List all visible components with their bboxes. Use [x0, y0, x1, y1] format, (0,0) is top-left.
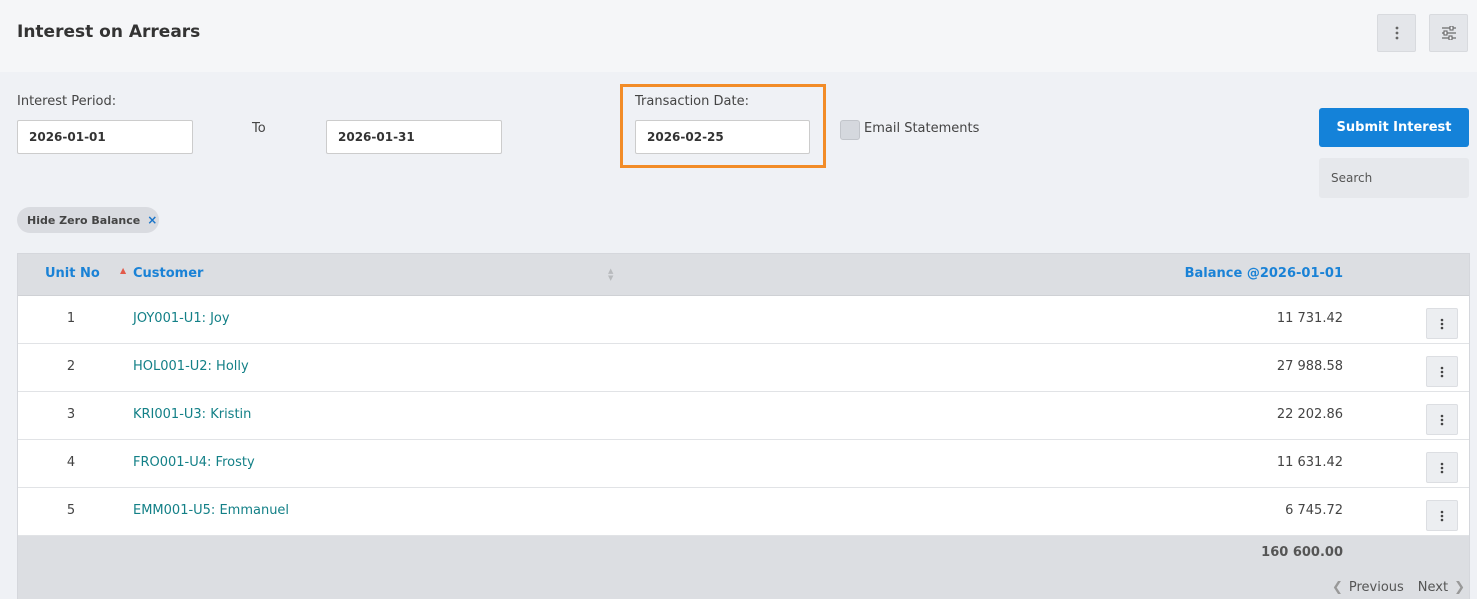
- search-input[interactable]: Search: [1319, 158, 1469, 198]
- unit-cell: 4: [66, 455, 76, 470]
- balance-total: 160 600.00: [1261, 545, 1343, 560]
- column-balance[interactable]: Balance @2026-01-01: [1185, 266, 1343, 281]
- balance-cell: 22 202.86: [1276, 407, 1343, 422]
- from-date-input[interactable]: 2026-01-01: [17, 120, 193, 154]
- balance-cell: 6 745.72: [1285, 503, 1343, 518]
- arrears-table: Unit No ▲ Customer ▲ ▼ Balance @2026-01-0…: [17, 253, 1470, 599]
- hide-zero-balance-chip: Hide Zero Balance ×: [17, 207, 159, 233]
- balance-cell: 11 631.42: [1276, 455, 1343, 470]
- email-statements-label: Email Statements: [864, 121, 980, 136]
- next-page-button[interactable]: Next: [1418, 580, 1448, 595]
- previous-page-button[interactable]: Previous: [1349, 580, 1404, 595]
- more-vertical-icon: [1395, 26, 1398, 40]
- table-row: 4 FRO001-U4: Frosty 11 631.42: [18, 440, 1469, 488]
- row-menu-button[interactable]: [1426, 452, 1458, 483]
- interest-period-label: Interest Period:: [17, 94, 117, 109]
- table-row: 2 HOL001-U2: Holly 27 988.58: [18, 344, 1469, 392]
- customer-link[interactable]: EMM001-U5: Emmanuel: [133, 503, 289, 518]
- to-label: To: [252, 121, 266, 136]
- row-menu-button[interactable]: [1426, 404, 1458, 435]
- unit-cell: 3: [66, 407, 76, 422]
- close-icon[interactable]: ×: [147, 213, 157, 227]
- sort-both-icon: ▲ ▼: [608, 267, 614, 282]
- to-date-input[interactable]: 2026-01-31: [326, 120, 502, 154]
- chevron-left-icon: ❮: [1331, 580, 1343, 595]
- more-vertical-icon: [1440, 462, 1444, 473]
- balance-cell: 27 988.58: [1276, 359, 1343, 374]
- page-header: Interest on Arrears: [0, 0, 1477, 72]
- table-row: 3 KRI001-U3: Kristin 22 202.86: [18, 392, 1469, 440]
- sort-ascending-icon: ▲: [120, 266, 127, 275]
- more-vertical-icon: [1440, 318, 1444, 329]
- table-footer: 160 600.00 ❮ Previous Next ❯: [18, 536, 1469, 599]
- email-statements-checkbox[interactable]: [840, 120, 860, 140]
- transaction-date-input[interactable]: 2026-02-25: [635, 120, 810, 154]
- more-vertical-icon: [1440, 414, 1444, 425]
- page-title: Interest on Arrears: [17, 22, 201, 42]
- row-menu-button[interactable]: [1426, 308, 1458, 339]
- unit-cell: 5: [66, 503, 76, 518]
- transaction-date-label: Transaction Date:: [635, 94, 749, 109]
- balance-cell: 11 731.42: [1276, 311, 1343, 326]
- row-menu-button[interactable]: [1426, 500, 1458, 531]
- pagination: ❮ Previous Next ❯: [1332, 580, 1465, 595]
- row-menu-button[interactable]: [1426, 356, 1458, 387]
- more-options-button[interactable]: [1377, 14, 1416, 52]
- unit-cell: 2: [66, 359, 76, 374]
- customer-link[interactable]: HOL001-U2: Holly: [133, 359, 249, 374]
- customer-link[interactable]: KRI001-U3: Kristin: [133, 407, 251, 422]
- unit-cell: 1: [66, 311, 76, 326]
- more-vertical-icon: [1440, 366, 1444, 377]
- table-header: Unit No ▲ Customer ▲ ▼ Balance @2026-01-0…: [18, 254, 1469, 296]
- settings-button[interactable]: [1429, 14, 1468, 52]
- customer-link[interactable]: JOY001-U1: Joy: [133, 311, 230, 326]
- more-vertical-icon: [1440, 510, 1444, 521]
- chevron-right-icon: ❯: [1454, 580, 1465, 595]
- column-unit-no[interactable]: Unit No: [45, 266, 100, 281]
- sliders-icon: [1441, 26, 1456, 40]
- table-row: 5 EMM001-U5: Emmanuel 6 745.72: [18, 488, 1469, 536]
- chip-label: Hide Zero Balance: [27, 213, 141, 227]
- column-customer[interactable]: Customer: [133, 266, 203, 281]
- customer-link[interactable]: FRO001-U4: Frosty: [133, 455, 255, 470]
- submit-interest-button[interactable]: Submit Interest: [1319, 108, 1469, 147]
- table-row: 1 JOY001-U1: Joy 11 731.42: [18, 296, 1469, 344]
